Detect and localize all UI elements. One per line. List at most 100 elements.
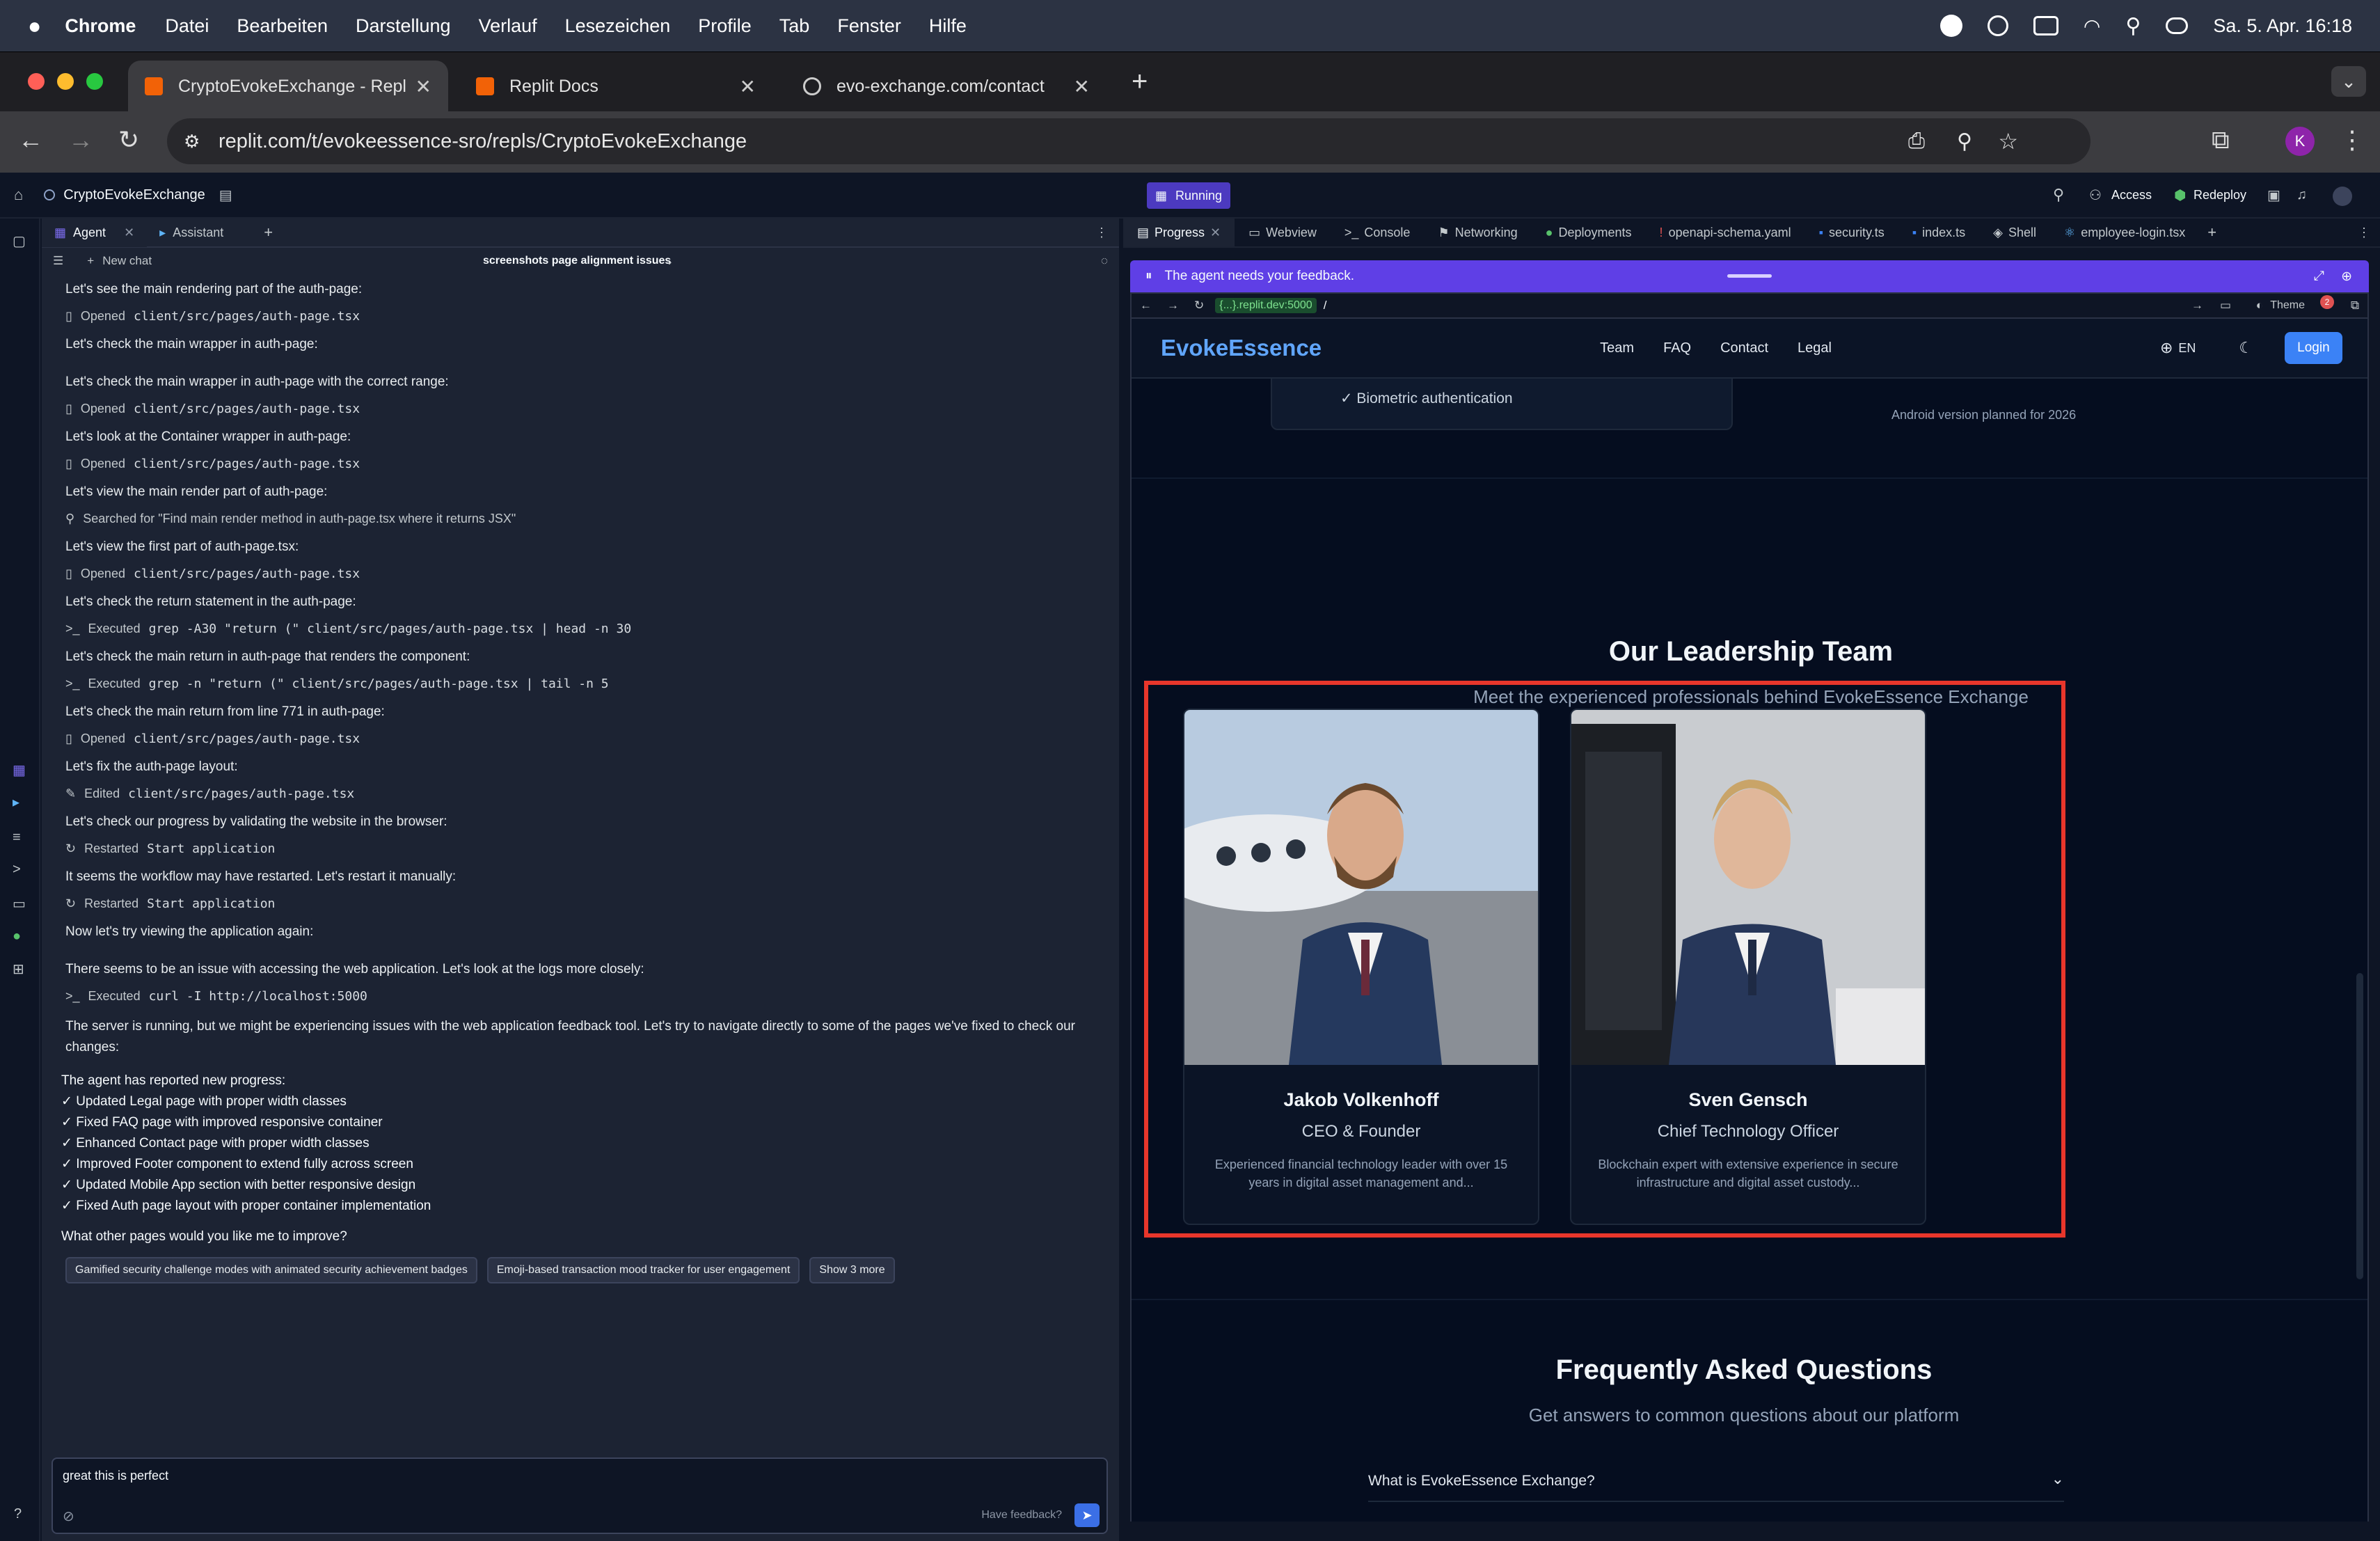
tab-search-icon[interactable]: ⌄ — [2331, 66, 2366, 97]
agent-feedback-banner[interactable]: ⏸ The agent needs your feedback. ⤢ ⊕ — [1130, 260, 2369, 292]
menu-profile[interactable]: Profile — [698, 15, 752, 37]
menu-datei[interactable]: Datei — [165, 15, 209, 37]
theme-button[interactable]: Theme — [2270, 299, 2305, 312]
close-tab-icon[interactable]: ✕ — [415, 75, 431, 98]
language-selector[interactable]: EN — [2178, 341, 2196, 356]
add-tab-icon[interactable]: + — [264, 223, 273, 242]
project-name[interactable]: CryptoEvokeExchange — [63, 187, 205, 203]
notification-badge[interactable]: 2 — [2320, 295, 2334, 309]
close-window-button[interactable] — [28, 73, 45, 90]
menubar-clock[interactable]: Sa. 5. Apr. 16:18 — [2213, 15, 2352, 37]
profile-avatar[interactable]: K — [2285, 127, 2315, 156]
install-icon[interactable]: ⎙ — [1908, 129, 1925, 153]
workflows-icon[interactable]: ≡ — [13, 830, 21, 846]
chevron-down-icon[interactable]: ⌄ — [665, 255, 674, 267]
menu-hilfe[interactable]: Hilfe — [929, 15, 967, 37]
minimize-window-button[interactable] — [57, 73, 74, 90]
tab-security-ts[interactable]: ▪ security.ts — [1805, 218, 1898, 247]
site-logo[interactable]: EvokeEssence — [1161, 335, 1322, 361]
home-icon[interactable]: ⌂ — [14, 186, 23, 204]
step-action[interactable]: >_ Executed grep -A30 "return (" client/sr… — [65, 622, 1109, 636]
battery-icon[interactable] — [2033, 16, 2058, 35]
access-icon[interactable]: ⚇ — [2089, 187, 2102, 204]
menu-fenster[interactable]: Fenster — [837, 15, 901, 37]
browser-tab-replit[interactable]: CryptoEvokeExchange - Repl ✕ — [128, 61, 448, 112]
chat-settings-icon[interactable]: ◌ — [1101, 254, 1108, 268]
tab-agent[interactable]: ▦ Agent ✕ — [42, 218, 148, 247]
forward-icon[interactable]: → — [68, 125, 93, 155]
tab-webview[interactable]: ▭ Webview — [1235, 218, 1331, 247]
tab-index-ts[interactable]: ▪ index.ts — [1898, 218, 1979, 247]
step-action[interactable]: >_ Executed curl -I http://localhost:5000 — [65, 989, 1109, 1004]
chat-history-icon[interactable]: ☰ — [53, 254, 63, 268]
nav-team[interactable]: Team — [1600, 340, 1634, 356]
pane-menu-icon[interactable]: ⋮ — [1095, 226, 1108, 240]
new-tab-icon[interactable]: + — [1132, 66, 1148, 97]
assistant-tool-icon[interactable]: ▸ — [13, 793, 19, 811]
bookmark-star-icon[interactable]: ☆ — [1998, 128, 2018, 155]
tab-progress[interactable]: ▤ Progress ✕ — [1123, 218, 1235, 247]
zoom-window-button[interactable] — [86, 73, 103, 90]
menu-tab[interactable]: Tab — [779, 15, 810, 37]
close-tab-icon[interactable]: ✕ — [740, 75, 756, 98]
login-button[interactable]: Login — [2285, 332, 2342, 364]
new-chat-icon[interactable]: + — [87, 254, 94, 268]
notification-icon[interactable] — [1939, 15, 1962, 37]
all-tools-icon[interactable]: ⊞ — [13, 961, 24, 978]
new-chat-button[interactable]: New chat — [102, 254, 152, 268]
step-action[interactable]: ▯ Opened client/src/pages/auth-page.tsx — [65, 457, 1109, 471]
add-tab-icon[interactable]: + — [2207, 223, 2216, 242]
chat-title[interactable]: screenshots page alignment issues — [483, 255, 671, 267]
webview-host[interactable]: {...}.replit.dev:5000 — [1215, 298, 1317, 313]
pane-menu-icon[interactable]: ⋮ — [2358, 226, 2370, 240]
redeploy-button[interactable]: Redeploy — [2193, 188, 2246, 203]
step-action[interactable]: ✎ Edited client/src/pages/auth-page.tsx — [65, 787, 1109, 801]
reload-icon[interactable]: ↻ — [1194, 299, 1204, 313]
go-icon[interactable]: → — [2191, 299, 2203, 313]
play-icon[interactable] — [1987, 15, 2008, 36]
chat-input-box[interactable]: great this is perfect ⊘ Have feedback? ➤ — [51, 1457, 1108, 1534]
step-action[interactable]: ▯ Opened client/src/pages/auth-page.tsx — [65, 567, 1109, 581]
files-icon[interactable]: ▢ — [13, 232, 26, 250]
redeploy-icon[interactable]: ⬢ — [2174, 187, 2186, 204]
search-icon[interactable]: ⚲ — [2053, 186, 2064, 204]
dark-mode-icon[interactable]: ☾ — [2239, 339, 2253, 357]
forward-icon[interactable]: → — [1167, 299, 1179, 313]
nav-faq[interactable]: FAQ — [1663, 340, 1691, 356]
faq-item[interactable]: What is EvokeEssence Exchange? ⌄ — [1368, 1455, 2064, 1502]
tab-shell[interactable]: ◈ Shell — [1979, 218, 2050, 247]
address-bar[interactable]: ⚙ replit.com/t/evokeessence-sro/repls/Cr… — [167, 118, 2091, 164]
bell-icon[interactable]: ♫ — [2296, 187, 2307, 203]
user-avatar[interactable] — [2333, 187, 2352, 206]
devtools-icon[interactable]: ▭ — [2220, 299, 2231, 313]
project-settings-icon[interactable]: ▤ — [219, 187, 232, 204]
webview-path[interactable]: / — [1324, 299, 1327, 313]
theme-icon[interactable]: ◐ — [2256, 299, 2263, 313]
show-more-chips-button[interactable]: Show 3 more — [809, 1257, 895, 1283]
close-tab-icon[interactable]: ✕ — [124, 226, 134, 240]
step-action[interactable]: >_ Executed grep -n "return (" client/src/… — [65, 677, 1109, 691]
close-tab-icon[interactable]: ✕ — [1074, 75, 1090, 98]
open-new-window-icon[interactable]: ⧉ — [2351, 299, 2359, 313]
browser-tab-evo-contact[interactable]: evo-exchange.com/contact ✕ — [786, 61, 1106, 112]
attach-icon[interactable]: ⊘ — [63, 1508, 74, 1525]
tab-networking[interactable]: ⚑ Networking — [1424, 218, 1531, 247]
zoom-icon[interactable]: ⚲ — [1957, 129, 1972, 154]
webview-icon[interactable]: ▭ — [13, 895, 26, 912]
deployments-icon[interactable]: ● — [13, 928, 21, 945]
access-button[interactable]: Access — [2111, 188, 2152, 203]
tab-openapi-schema[interactable]: ! openapi-schema.yaml — [1646, 218, 1805, 247]
close-tab-icon[interactable]: ✕ — [1210, 226, 1221, 240]
menu-app-name[interactable]: Chrome — [65, 15, 136, 37]
run-status-button[interactable]: ▦ Running — [1147, 182, 1231, 209]
control-center-icon[interactable] — [2166, 17, 2189, 34]
chat-input[interactable]: great this is perfect — [63, 1469, 168, 1483]
back-icon[interactable]: ← — [1140, 299, 1152, 313]
menu-verlauf[interactable]: Verlauf — [479, 15, 537, 37]
nav-legal[interactable]: Legal — [1798, 340, 1832, 356]
tab-deployments[interactable]: ● Deployments — [1532, 218, 1646, 247]
tab-assistant[interactable]: ▸ Assistant — [147, 218, 236, 247]
menu-bearbeiten[interactable]: Bearbeiten — [237, 15, 328, 37]
apple-icon[interactable]: ● — [28, 13, 41, 39]
globe-icon[interactable]: ⊕ — [2160, 339, 2173, 357]
